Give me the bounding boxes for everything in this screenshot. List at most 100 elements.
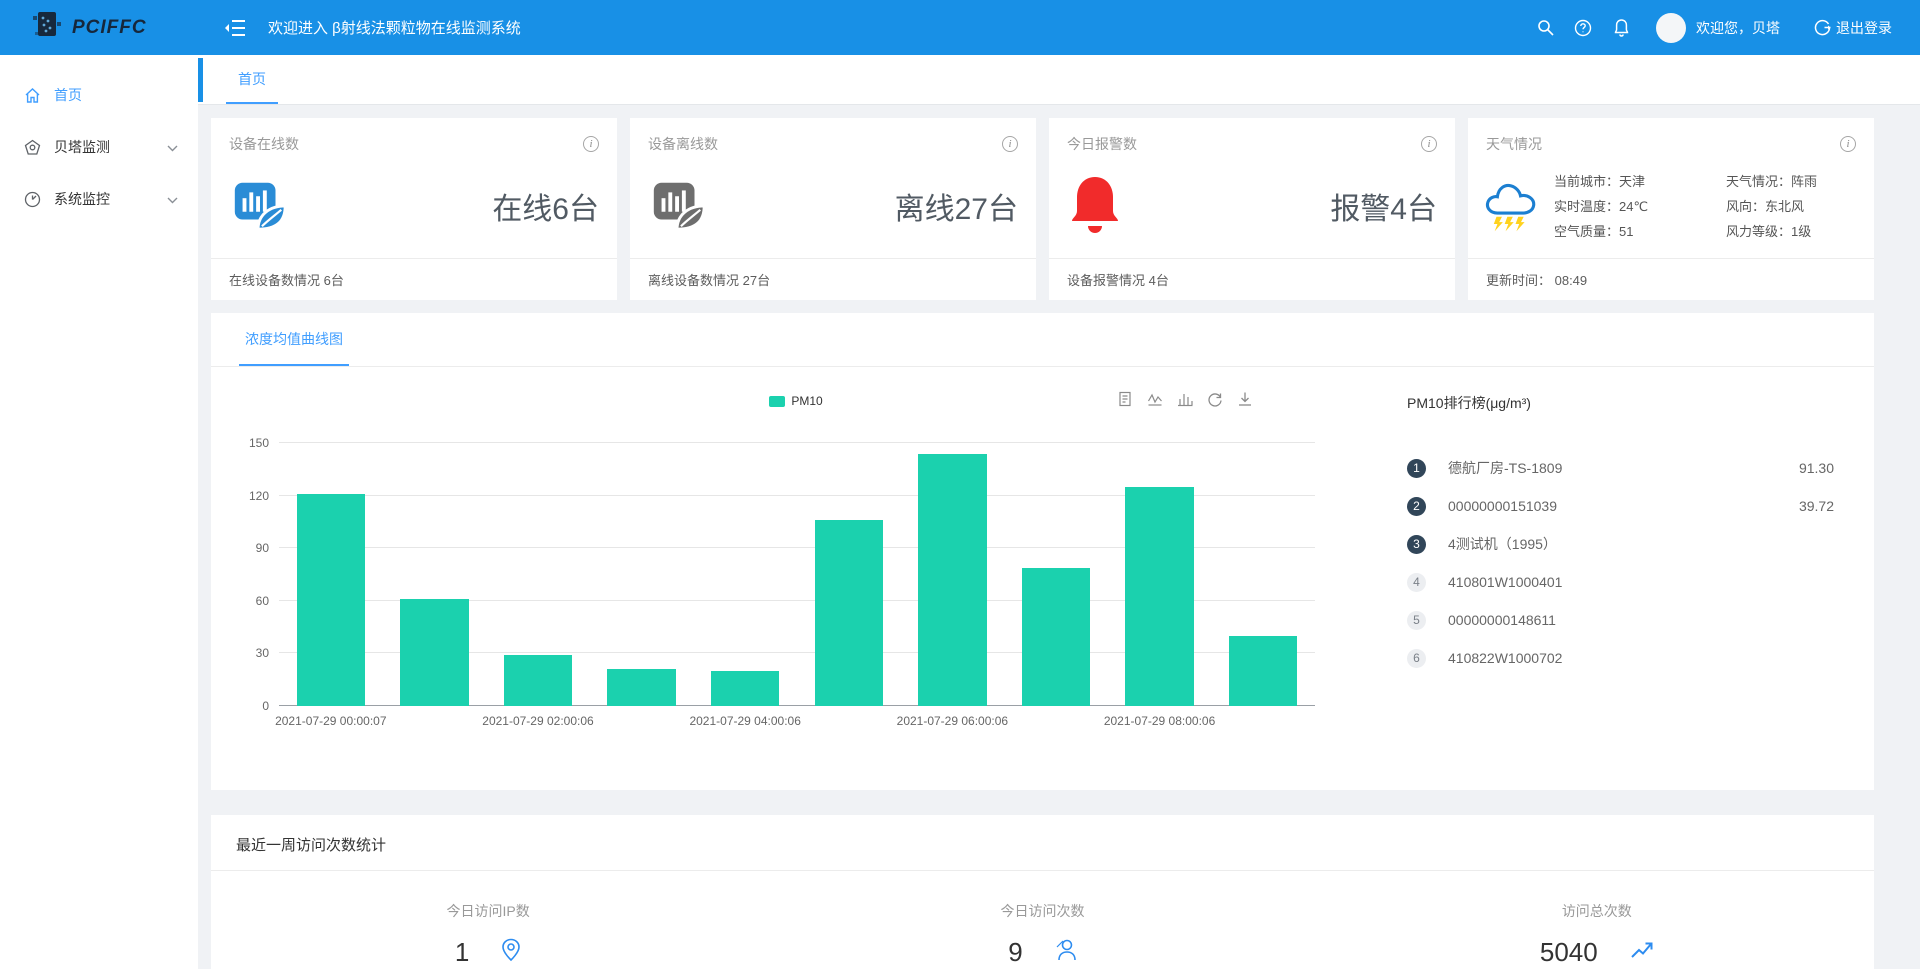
trend-up-icon (1630, 940, 1654, 965)
card-devices-offline: 设备离线数 i 离线27台 (630, 118, 1036, 300)
stat-label: 今日访问次数 (1000, 901, 1084, 921)
stat-value: 9 (1008, 937, 1022, 968)
x-axis-tick-label: 2021-07-29 00:00:07 (275, 714, 386, 728)
bar-series (279, 443, 1315, 706)
location-pin-icon (501, 938, 521, 967)
device-offline-icon (648, 173, 710, 240)
device-online-icon (229, 173, 291, 240)
notifications-bell-icon[interactable] (1602, 18, 1640, 37)
card-title: 设备离线数 (648, 134, 718, 154)
logo-icon (30, 8, 64, 47)
rank-badge: 1 (1407, 459, 1426, 478)
info-icon[interactable]: i (1840, 136, 1856, 152)
ranking-title: PM10排行榜(μg/m³) (1407, 393, 1834, 413)
bar-chart-icon[interactable] (1177, 391, 1193, 407)
weather-wind-direction: 风向：东北风 (1726, 194, 1817, 219)
tab-bar: 首页 (198, 55, 1920, 105)
chart-card-tabs: 浓度均值曲线图 (211, 313, 1874, 367)
device-name: 德航厂房-TS-1809 (1448, 458, 1562, 478)
sidebar-item-beta-monitor[interactable]: 贝塔监测 (0, 121, 198, 173)
logout-button[interactable]: 退出登录 (1814, 18, 1892, 38)
device-name: 410822W1000702 (1448, 650, 1562, 666)
data-view-icon[interactable] (1117, 391, 1133, 407)
bar[interactable] (1229, 636, 1297, 706)
pm10-ranking-panel: PM10排行榜(μg/m³) 1德航厂房-TS-180991.302000000… (1361, 381, 1864, 736)
logout-label: 退出登录 (1836, 18, 1892, 38)
card-footer: 在线设备数情况 6台 (211, 258, 617, 300)
stat-value: 5040 (1540, 937, 1598, 968)
y-axis-tick-label: 0 (262, 699, 269, 713)
weather-temperature: 实时温度：24℃ (1554, 194, 1726, 219)
user-greeting: 欢迎您，贝塔 (1696, 18, 1780, 38)
online-count-value: 在线6台 (492, 184, 599, 228)
card-alarms-today: 今日报警数 i 报警4台 设备报警情况 4台 (1049, 118, 1455, 300)
sidebar-item-label: 系统监控 (54, 189, 110, 209)
info-icon[interactable]: i (1002, 136, 1018, 152)
ranking-row: 1德航厂房-TS-180991.30 (1407, 449, 1834, 487)
alarm-bell-icon (1067, 173, 1123, 240)
sidebar-item-system-monitor[interactable]: 系统监控 (0, 173, 198, 225)
y-axis-tick-label: 150 (249, 436, 269, 450)
bar[interactable] (1125, 487, 1193, 706)
logo-text: PCIFFC (72, 17, 147, 39)
rank-badge: 3 (1407, 535, 1426, 554)
stat-label: 访问总次数 (1562, 901, 1632, 921)
x-axis-tick-label: 2021-07-29 06:00:06 (897, 714, 1008, 728)
line-chart-icon[interactable] (1147, 391, 1163, 407)
bar[interactable] (297, 494, 365, 706)
tab-home[interactable]: 首页 (226, 55, 278, 104)
weather-air-quality: 空气质量：51 (1554, 219, 1726, 244)
chevron-down-icon (167, 191, 178, 207)
x-axis-tick-label: 2021-07-29 08:00:06 (1104, 714, 1215, 728)
beta-monitor-icon (24, 138, 42, 156)
info-icon[interactable]: i (1421, 136, 1437, 152)
ranking-list: 1德航厂房-TS-180991.3020000000015103939.7234… (1407, 449, 1834, 677)
legend-pm10[interactable]: PM10 (769, 394, 822, 408)
sidebar-collapse-icon[interactable] (224, 19, 246, 37)
offline-count-value: 离线27台 (895, 184, 1018, 228)
device-name: 00000000151039 (1448, 498, 1557, 514)
weather-shower-icon (1482, 175, 1540, 238)
bar[interactable] (918, 454, 986, 706)
bar[interactable] (607, 669, 675, 706)
y-axis-tick-label: 90 (256, 541, 269, 555)
tab-accent-bar (198, 58, 203, 102)
bar[interactable] (504, 655, 572, 706)
weather-city: 当前城市：天津 (1554, 169, 1726, 194)
y-axis-tick-label: 60 (256, 594, 269, 608)
sidebar-item-label: 贝塔监测 (54, 137, 110, 157)
bar[interactable] (815, 520, 883, 706)
legend-swatch (769, 396, 785, 407)
app-logo: PCIFFC (0, 8, 198, 47)
x-axis-tick-label: 2021-07-29 02:00:06 (482, 714, 593, 728)
pm10-bar-chart: PM10 (231, 381, 1361, 736)
card-weather: 天气情况 i (1468, 118, 1874, 300)
chart-x-axis-labels: 2021-07-29 00:00:072021-07-29 02:00:0620… (279, 706, 1315, 736)
weather-update-time: 更新时间： 08:49 (1468, 258, 1874, 300)
bar[interactable] (711, 671, 779, 706)
card-title: 今日报警数 (1067, 134, 1137, 154)
chart-toolbox (1117, 391, 1253, 407)
page-title: 欢迎进入 β射线法颗粒物在线监测系统 (268, 17, 521, 38)
concentration-chart-card: 浓度均值曲线图 PM10 (211, 313, 1874, 790)
tab-concentration-curve[interactable]: 浓度均值曲线图 (239, 313, 349, 366)
pm10-value: 39.72 (1799, 498, 1834, 514)
info-icon[interactable]: i (583, 136, 599, 152)
sidebar-item-home[interactable]: 首页 (0, 69, 198, 121)
stat-value: 1 (455, 937, 469, 968)
refresh-icon[interactable] (1207, 391, 1223, 407)
search-icon[interactable] (1526, 19, 1564, 36)
stat-cards-row: 设备在线数 i 在线6台 (211, 118, 1874, 300)
bar[interactable] (1022, 568, 1090, 707)
bar[interactable] (400, 599, 468, 706)
main-area: 首页 设备在线数 i (198, 55, 1920, 969)
chart-plot-area: 0306090120150 (279, 443, 1315, 706)
stat-total-visits: 访问总次数 5040 (1320, 901, 1874, 968)
system-monitor-icon (24, 190, 42, 208)
card-title: 天气情况 (1486, 134, 1542, 154)
device-name: 4测试机（1995） (1448, 534, 1557, 554)
user-avatar[interactable] (1656, 13, 1686, 43)
chevron-down-icon (167, 139, 178, 155)
help-icon[interactable] (1564, 19, 1602, 37)
download-icon[interactable] (1237, 391, 1253, 407)
